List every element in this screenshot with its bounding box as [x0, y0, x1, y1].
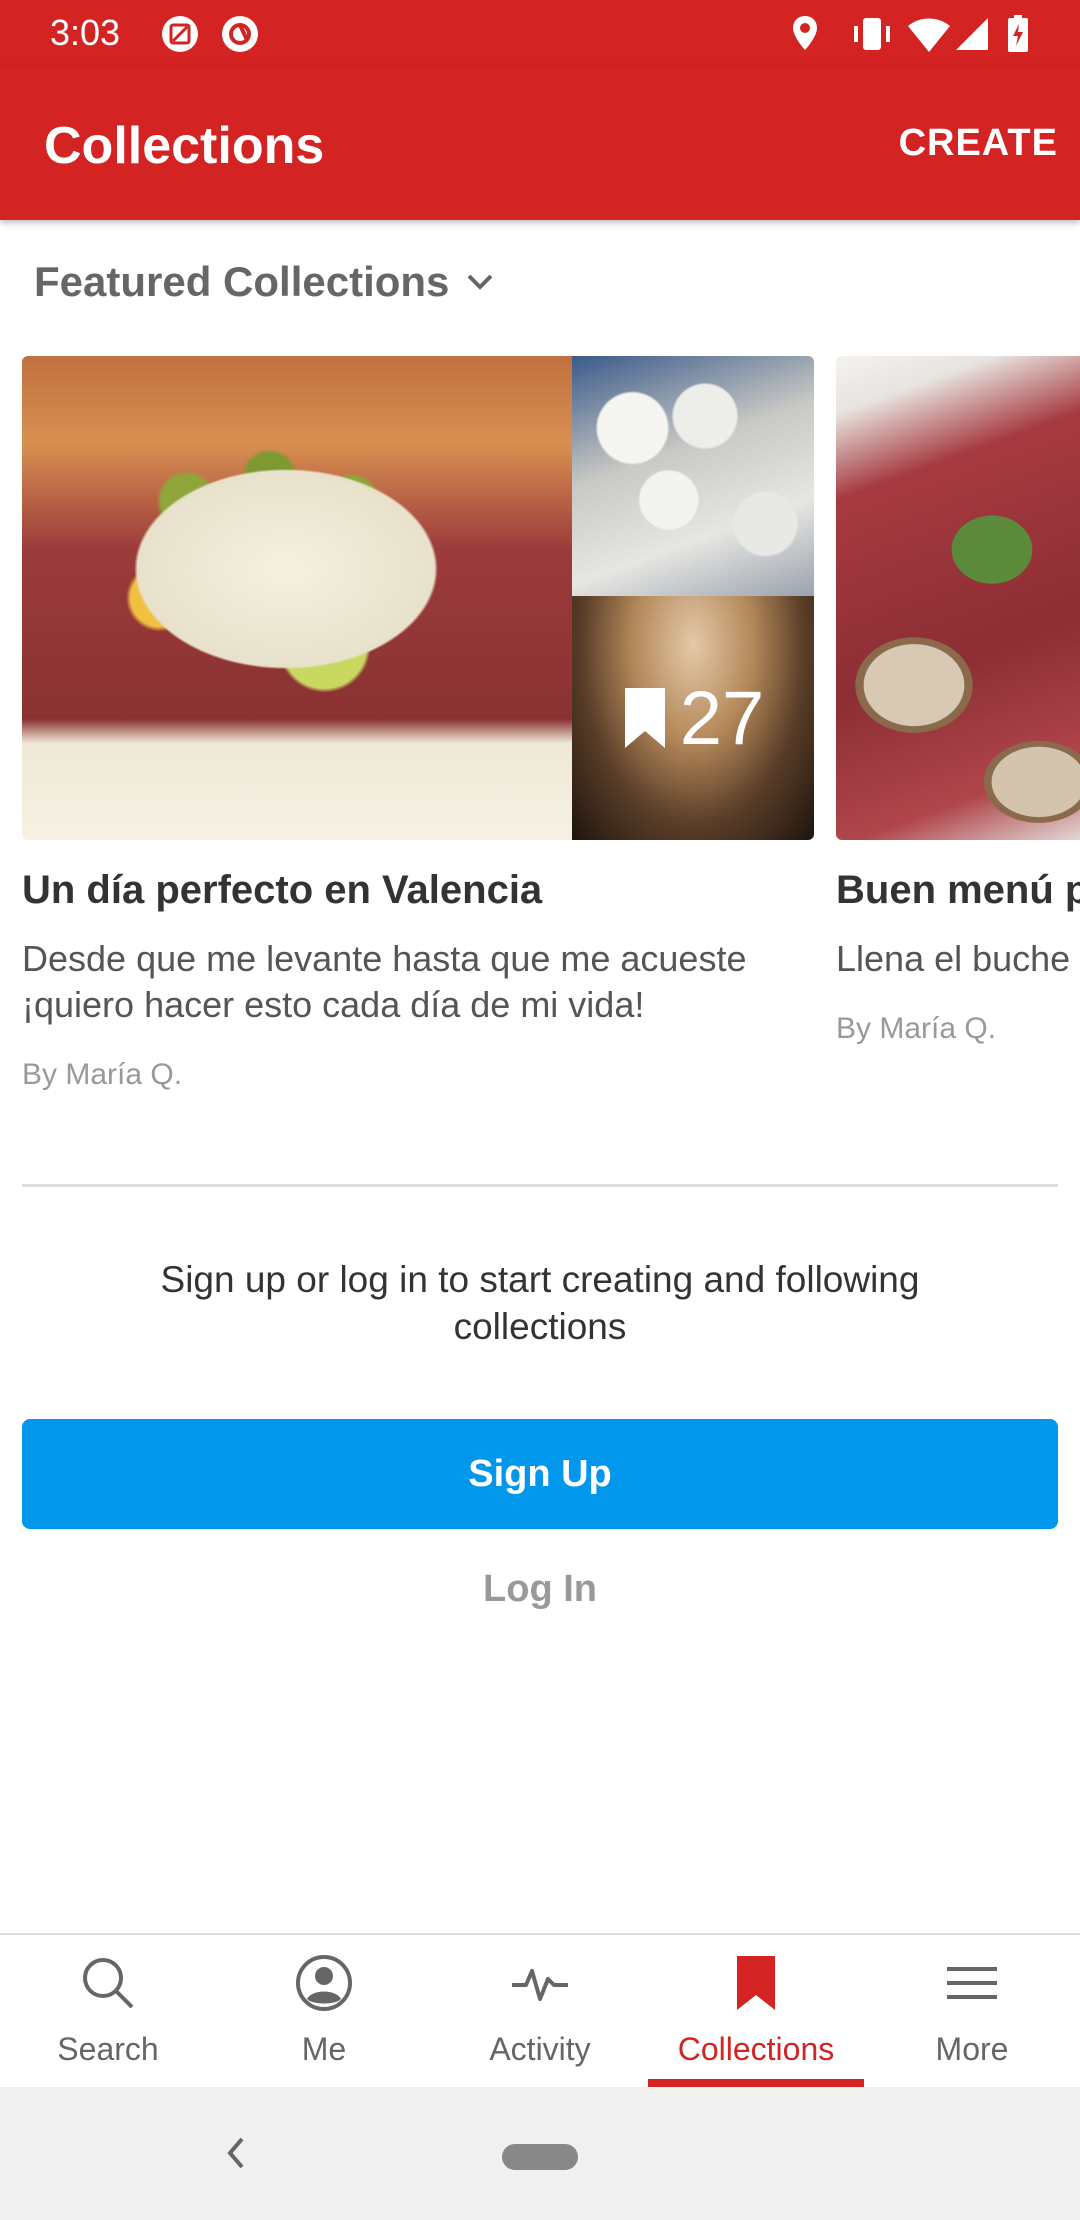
nav-tab-activity[interactable]: Activity — [432, 1935, 648, 2087]
log-in-link[interactable]: Log In — [390, 1568, 690, 1611]
system-navigation-bar — [0, 2087, 1080, 2220]
chevron-down-icon — [467, 274, 493, 290]
battery-charging-icon — [1008, 15, 1028, 52]
activity-icon — [512, 1969, 568, 2001]
bookmark-icon — [624, 688, 665, 748]
nav-tab-label: More — [935, 2031, 1009, 2067]
featured-collections-label: Featured Collections — [34, 258, 450, 305]
collection-description: Llena el buche — [836, 938, 1071, 979]
nav-tab-label: Me — [301, 2031, 347, 2067]
collection-title[interactable]: Un día perfecto en Valencia — [22, 868, 542, 913]
back-icon[interactable] — [222, 2133, 252, 2173]
collection-author: By María Q. — [836, 1012, 997, 1045]
page-title: Collections — [44, 117, 325, 175]
app-notification-icon — [222, 16, 258, 52]
active-tab-indicator — [648, 2079, 864, 2087]
nav-tab-collections[interactable]: Collections — [648, 1935, 864, 2087]
status-bar: 3:03 — [0, 0, 1080, 66]
bookmark-count-badge: 27 — [572, 596, 814, 840]
nav-tab-me[interactable]: Me — [216, 1935, 432, 2087]
location-icon — [793, 16, 817, 50]
featured-collections-dropdown[interactable]: Featured Collections — [34, 258, 495, 306]
menu-icon — [947, 1967, 997, 1999]
search-icon — [83, 1958, 134, 2009]
collection-title[interactable]: Buen menú p — [836, 868, 1080, 913]
nav-tab-search[interactable]: Search — [0, 1935, 216, 2087]
bookmark-icon — [737, 1956, 775, 2010]
signal-icon — [956, 18, 988, 50]
app-bar: Collections CREATE — [0, 66, 1080, 220]
person-icon — [296, 1955, 352, 2011]
collection-card-image[interactable]: 27 — [22, 356, 814, 840]
collection-photo-salad — [22, 356, 572, 840]
home-pill[interactable] — [502, 2144, 578, 2170]
vibrate-icon — [854, 18, 890, 50]
bookmark-count: 27 — [679, 675, 765, 761]
collection-description: Desde que me levante hasta que me acuest… — [22, 938, 747, 1025]
nav-tab-more[interactable]: More — [864, 1935, 1080, 2087]
wifi-icon — [908, 18, 950, 52]
nav-tab-label: Collections — [677, 2031, 835, 2067]
bottom-navigation: Search Me Activity Collections More — [0, 1933, 1080, 2087]
status-time: 3:03 — [50, 12, 121, 53]
nav-tab-label: Search — [57, 2031, 159, 2067]
collection-photo-pottery — [572, 356, 814, 596]
create-button[interactable]: CREATE — [899, 122, 1058, 165]
signin-prompt: Sign up or log in to start creating and … — [160, 1259, 920, 1347]
sign-up-button[interactable]: Sign Up — [22, 1419, 1058, 1529]
collection-card-image[interactable] — [836, 356, 1080, 840]
divider — [22, 1184, 1058, 1187]
screenshot-icon — [162, 16, 198, 52]
collection-author: By María Q. — [22, 1058, 183, 1091]
nav-tab-label: Activity — [489, 2031, 591, 2067]
